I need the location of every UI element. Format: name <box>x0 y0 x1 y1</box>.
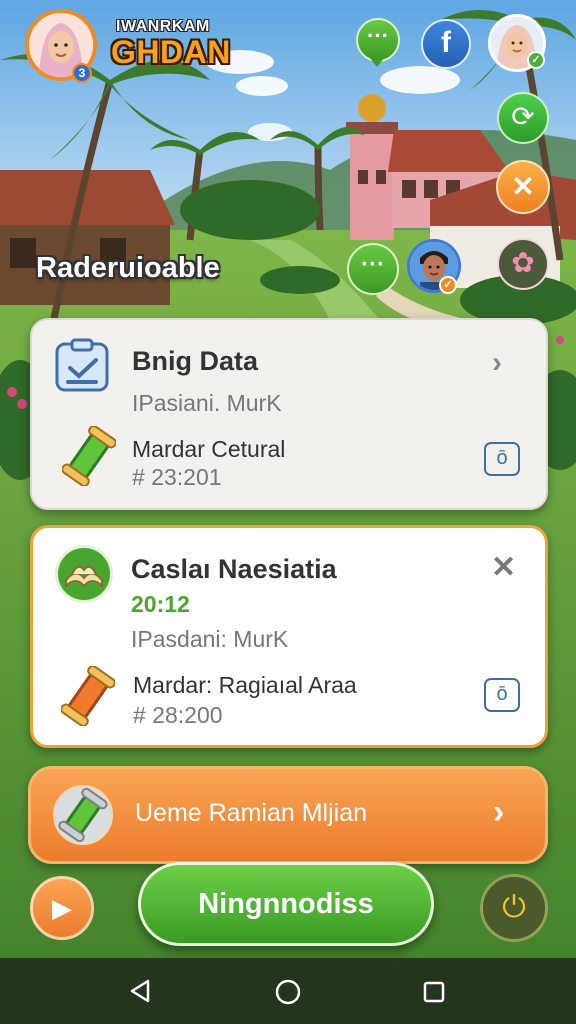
npc-badge-icon: ✓ <box>439 276 457 294</box>
card-2-close-icon[interactable]: ✕ <box>491 550 516 585</box>
timer-icon: ō <box>496 683 508 705</box>
card-1-item-code: # 23:201 <box>132 464 222 490</box>
card-2-title: Caslaı Naesiatia <box>131 554 337 584</box>
back-icon[interactable] <box>128 978 154 1004</box>
level-badge: 3 <box>72 63 92 83</box>
event-banner[interactable]: Ueme Ramian Mljian › <box>28 766 548 864</box>
close-button[interactable]: ✕ <box>496 160 550 214</box>
card-1-timer-button[interactable]: ō <box>484 442 520 476</box>
flower-button[interactable]: ✿ <box>497 238 549 290</box>
power-icon: ⏻ <box>502 891 526 924</box>
card-1-title: Bnig Data <box>132 346 259 376</box>
home-icon[interactable] <box>274 978 302 1006</box>
card-1-item-label: Mardar Cetural <box>132 436 286 462</box>
card-2-subtitle: IPasdani: MurK <box>131 626 289 652</box>
flower-icon: ✿ <box>511 247 535 278</box>
chevron-right-icon[interactable]: › <box>492 346 502 380</box>
more-icon: ··· <box>361 251 385 278</box>
quest-card-1[interactable]: Bnig Data IPasiani. MurK › Mardar Cetura… <box>30 318 548 510</box>
timer-icon: ō <box>496 447 508 469</box>
play-icon: ▶ <box>52 893 72 923</box>
card-2-timer-button[interactable]: ō <box>484 678 520 712</box>
chevron-right-icon: › <box>493 793 505 831</box>
scroll-icon <box>62 426 116 486</box>
online-check-icon: ✓ <box>527 51 545 69</box>
refresh-icon: ⟳ <box>511 101 535 132</box>
card-2-item-code: # 28:200 <box>133 702 223 728</box>
card-1-subtitle: IPasiani. MurK <box>132 390 282 416</box>
quest-card-2[interactable]: Caslaı Naesiatia 20:12 ✕ IPasdani: MurK … <box>30 525 548 748</box>
card-2-time: 20:12 <box>131 591 190 617</box>
recents-icon[interactable] <box>422 980 446 1004</box>
book-icon <box>55 545 113 603</box>
section-title: Raderuioable <box>36 252 220 284</box>
more-button[interactable]: ··· <box>347 243 399 295</box>
banner-scroll-icon <box>53 785 113 845</box>
clipboard-icon <box>55 338 109 392</box>
chat-tail <box>370 58 384 67</box>
scroll-icon <box>61 666 115 726</box>
banner-label: Ueme Ramian Mljian <box>135 799 368 827</box>
facebook-button[interactable]: f <box>421 19 471 69</box>
facebook-icon: f <box>441 26 451 59</box>
book-glyph <box>65 565 103 589</box>
main-action-button[interactable]: Ningnnodiss <box>138 862 434 946</box>
close-icon: ✕ <box>511 171 535 202</box>
level-badge-value: 3 <box>78 66 86 80</box>
system-nav-bar <box>0 958 576 1024</box>
chat-button[interactable]: ··· <box>356 18 400 62</box>
chat-icon: ··· <box>367 23 389 48</box>
banner-scroll-glyph <box>58 787 108 843</box>
power-button[interactable]: ⏻ <box>480 874 548 942</box>
card-2-item-label: Mardar: Ragiaıal Araa <box>133 672 357 698</box>
refresh-button[interactable]: ⟳ <box>497 92 549 144</box>
play-button[interactable]: ▶ <box>30 876 94 940</box>
game-title-main: GHDAN <box>111 34 231 70</box>
